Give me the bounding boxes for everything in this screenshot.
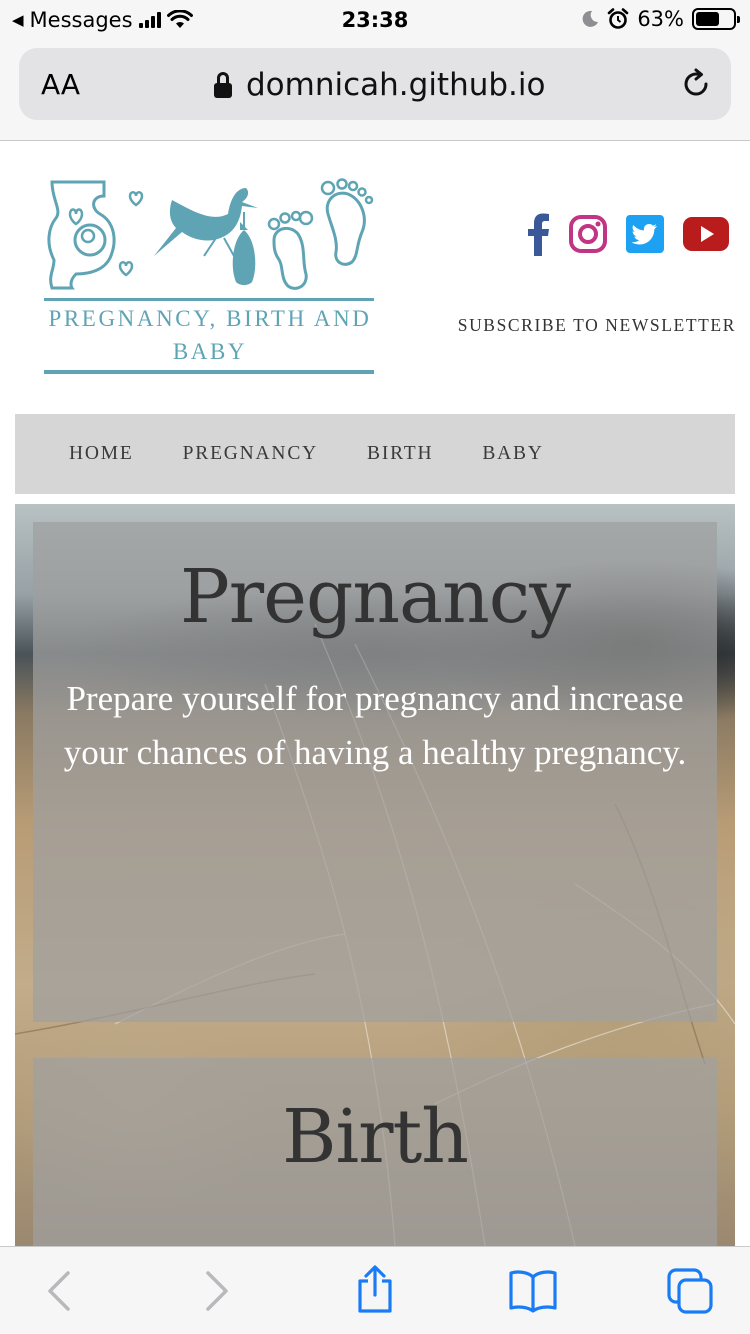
back-arrow-icon[interactable] xyxy=(44,1269,74,1313)
lock-icon xyxy=(214,72,232,98)
logo-text: PREGNANCY, BIRTH AND BABY xyxy=(48,306,372,364)
moon-icon xyxy=(582,10,599,27)
youtube-link[interactable] xyxy=(683,217,729,256)
nav-item-home[interactable]: HOME xyxy=(69,443,134,465)
battery-level xyxy=(696,12,719,26)
forward-arrow-icon[interactable] xyxy=(202,1269,232,1313)
youtube-icon xyxy=(683,217,729,251)
text-size-label: AA xyxy=(41,68,81,101)
battery-icon xyxy=(692,8,740,30)
facebook-link[interactable] xyxy=(528,212,550,261)
battery-percent: 63% xyxy=(637,7,684,31)
main-nav: HOME PREGNANCY BIRTH BABY xyxy=(15,414,735,494)
subscribe-newsletter-link[interactable]: SUBSCRIBE TO NEWSLETTER xyxy=(420,315,736,336)
url-text: domnicah.github.io xyxy=(246,67,546,103)
text-size-button[interactable]: AA xyxy=(41,68,80,101)
birth-card[interactable]: Birth xyxy=(33,1058,717,1246)
alarm-icon xyxy=(608,8,629,29)
logo-divider xyxy=(44,298,374,301)
status-bar: ◀ Messages 23:38 63% xyxy=(0,0,750,40)
site-logo[interactable]: PREGNANCY, BIRTH AND BABY xyxy=(44,178,376,376)
nav-item-baby[interactable]: BABY xyxy=(482,443,543,465)
reload-icon[interactable] xyxy=(679,67,713,101)
pregnancy-card[interactable]: Pregnancy Prepare yourself for pregnancy… xyxy=(33,522,717,1022)
instagram-icon xyxy=(569,215,607,253)
tabs-icon[interactable] xyxy=(666,1267,714,1315)
logo-illustration xyxy=(47,178,374,290)
birth-heading: Birth xyxy=(282,1094,469,1180)
nav-item-birth[interactable]: BIRTH xyxy=(367,443,433,465)
twitter-link[interactable] xyxy=(626,215,664,258)
pregnancy-heading: Pregnancy xyxy=(179,554,571,640)
twitter-icon xyxy=(626,215,664,253)
facebook-icon xyxy=(528,213,549,256)
social-links xyxy=(528,212,729,261)
browser-toolbar xyxy=(0,1246,750,1334)
url-field[interactable]: AA domnicah.github.io xyxy=(19,48,731,120)
browser-address-bar: AA domnicah.github.io xyxy=(0,40,750,141)
pregnancy-description: Prepare yourself for pregnancy and incre… xyxy=(63,679,687,772)
logo-divider xyxy=(44,370,374,374)
share-icon[interactable] xyxy=(354,1265,396,1315)
hero-background-photo: Pregnancy Prepare yourself for pregnancy… xyxy=(15,504,735,1246)
bookmarks-icon[interactable] xyxy=(508,1269,558,1313)
nav-item-pregnancy[interactable]: PREGNANCY xyxy=(183,443,318,465)
instagram-link[interactable] xyxy=(569,215,607,258)
